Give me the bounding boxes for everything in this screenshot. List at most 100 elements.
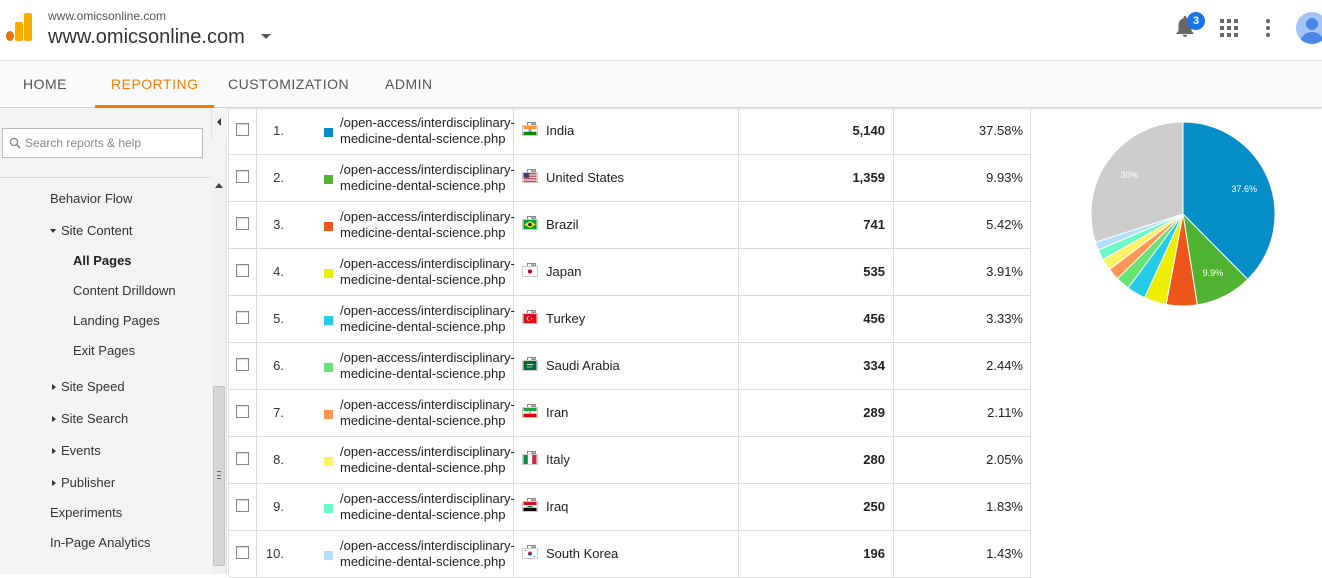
table-row[interactable]: 6. /open-access/interdisciplinary-medici… bbox=[229, 343, 1031, 390]
notification-count-badge[interactable]: 3 bbox=[1187, 12, 1205, 30]
tab-reporting[interactable]: REPORTING bbox=[95, 61, 214, 108]
row-checkbox[interactable] bbox=[236, 358, 249, 371]
sidebar-item-exit-pages[interactable]: Exit Pages bbox=[73, 343, 135, 358]
page-path-link[interactable]: /open-access/interdisciplinary-medicine-… bbox=[340, 538, 520, 570]
table-row[interactable]: 1. /open-access/interdisciplinary-medici… bbox=[229, 108, 1031, 155]
sessions-value: 741 bbox=[863, 217, 885, 232]
sidebar-item-publisher[interactable]: Publisher bbox=[52, 475, 115, 490]
table-row[interactable]: 3. /open-access/interdisciplinary-medici… bbox=[229, 202, 1031, 249]
search-input[interactable] bbox=[25, 134, 195, 152]
row-checkbox[interactable] bbox=[236, 311, 249, 324]
country-name[interactable]: Italy bbox=[546, 452, 570, 467]
sidebar-item-site-content[interactable]: Site Content bbox=[50, 223, 133, 238]
sessions-cell: 334 bbox=[739, 343, 894, 390]
row-rank: 6. bbox=[273, 358, 284, 373]
country-cell: Iran bbox=[514, 390, 739, 437]
row-checkbox[interactable] bbox=[236, 405, 249, 418]
page-cell: 4. /open-access/interdisciplinary-medici… bbox=[257, 249, 514, 296]
turkey-flag-icon bbox=[522, 313, 538, 324]
brazil-flag-icon bbox=[522, 219, 538, 230]
sidebar-item-all-pages[interactable]: All Pages bbox=[73, 253, 132, 268]
tab-customization[interactable]: CUSTOMIZATION bbox=[228, 61, 349, 108]
sidebar-item-behavior-flow[interactable]: Behavior Flow bbox=[50, 191, 132, 206]
sidebar-item-site-search[interactable]: Site Search bbox=[52, 411, 128, 426]
scroll-up-arrow-icon[interactable] bbox=[215, 183, 223, 188]
sidebar-item-in-page-analytics[interactable]: In-Page Analytics bbox=[50, 535, 150, 550]
country-name[interactable]: Japan bbox=[546, 264, 581, 279]
row-rank: 5. bbox=[273, 311, 284, 326]
page-path-link[interactable]: /open-access/interdisciplinary-medicine-… bbox=[340, 350, 520, 382]
apps-grid-icon[interactable] bbox=[1220, 19, 1238, 37]
country-name[interactable]: Brazil bbox=[546, 217, 579, 232]
row-checkbox-cell bbox=[229, 155, 257, 202]
country-name[interactable]: Iraq bbox=[546, 499, 568, 514]
row-checkbox[interactable] bbox=[236, 546, 249, 559]
table-row[interactable]: 2. /open-access/interdisciplinary-medici… bbox=[229, 155, 1031, 202]
country-name[interactable]: Iran bbox=[546, 405, 568, 420]
sidebar-item-site-speed[interactable]: Site Speed bbox=[52, 379, 125, 394]
table-row[interactable]: 8. /open-access/interdisciplinary-medici… bbox=[229, 437, 1031, 484]
tab-home[interactable]: HOME bbox=[23, 61, 67, 108]
page-path-link[interactable]: /open-access/interdisciplinary-medicine-… bbox=[340, 303, 520, 335]
sidebar-item-landing-pages[interactable]: Landing Pages bbox=[73, 313, 160, 328]
percent-cell: 1.83% bbox=[894, 484, 1031, 531]
collapsed-caret-icon bbox=[52, 416, 56, 422]
user-avatar[interactable] bbox=[1296, 12, 1322, 44]
page-path-link[interactable]: /open-access/interdisciplinary-medicine-… bbox=[340, 115, 520, 147]
table-row[interactable]: 9. /open-access/interdisciplinary-medici… bbox=[229, 484, 1031, 531]
more-options-icon[interactable] bbox=[1266, 19, 1270, 37]
percent-cell: 3.91% bbox=[894, 249, 1031, 296]
table-row[interactable]: 7. /open-access/interdisciplinary-medici… bbox=[229, 390, 1031, 437]
row-checkbox[interactable] bbox=[236, 452, 249, 465]
country-name[interactable]: South Korea bbox=[546, 546, 618, 561]
series-color-swatch bbox=[324, 175, 333, 184]
row-checkbox[interactable] bbox=[236, 170, 249, 183]
sessions-cell: 289 bbox=[739, 390, 894, 437]
percent-value: 2.05% bbox=[986, 452, 1023, 467]
analytics-logo-icon[interactable] bbox=[6, 13, 32, 41]
row-checkbox[interactable] bbox=[236, 264, 249, 277]
account-view-selector[interactable]: www.omicsonline.com bbox=[48, 26, 245, 49]
row-rank: 4. bbox=[273, 264, 284, 279]
page-path-link[interactable]: /open-access/interdisciplinary-medicine-… bbox=[340, 256, 520, 288]
collapsed-caret-icon bbox=[52, 480, 56, 486]
country-name[interactable]: India bbox=[546, 123, 574, 138]
pie-chart: 37.6%9.9%30% bbox=[1085, 116, 1285, 316]
row-rank: 3. bbox=[273, 217, 284, 232]
page-path-link[interactable]: /open-access/interdisciplinary-medicine-… bbox=[340, 162, 520, 194]
country-cell: Iraq bbox=[514, 484, 739, 531]
sessions-cell: 250 bbox=[739, 484, 894, 531]
country-cell: Italy bbox=[514, 437, 739, 484]
percent-value: 3.91% bbox=[986, 264, 1023, 279]
row-rank: 10. bbox=[266, 546, 284, 561]
sidebar-item-experiments[interactable]: Experiments bbox=[50, 505, 122, 520]
sidebar-item-content-drilldown[interactable]: Content Drilldown bbox=[73, 283, 176, 298]
row-checkbox[interactable] bbox=[236, 123, 249, 136]
country-name[interactable]: Turkey bbox=[546, 311, 585, 326]
series-color-swatch bbox=[324, 222, 333, 231]
sidebar-item-events[interactable]: Events bbox=[52, 443, 101, 458]
country-name[interactable]: Saudi Arabia bbox=[546, 358, 620, 373]
country-name[interactable]: United States bbox=[546, 170, 624, 185]
series-color-swatch bbox=[324, 410, 333, 419]
tab-admin[interactable]: ADMIN bbox=[385, 61, 433, 108]
scrollbar-thumb[interactable] bbox=[213, 386, 225, 566]
page-cell: 10. /open-access/interdisciplinary-medic… bbox=[257, 531, 514, 578]
table-row[interactable]: 5. /open-access/interdisciplinary-medici… bbox=[229, 296, 1031, 343]
table-row[interactable]: 4. /open-access/interdisciplinary-medici… bbox=[229, 249, 1031, 296]
sidebar-scrollbar[interactable] bbox=[212, 178, 226, 574]
page-path-link[interactable]: /open-access/interdisciplinary-medicine-… bbox=[340, 397, 520, 429]
page-path-link[interactable]: /open-access/interdisciplinary-medicine-… bbox=[340, 209, 520, 241]
search-box[interactable] bbox=[2, 128, 203, 158]
row-checkbox[interactable] bbox=[236, 217, 249, 230]
row-checkbox[interactable] bbox=[236, 499, 249, 512]
page-path-link[interactable]: /open-access/interdisciplinary-medicine-… bbox=[340, 491, 520, 523]
table-row[interactable]: 10. /open-access/interdisciplinary-medic… bbox=[229, 531, 1031, 578]
account-property-label[interactable]: www.omicsonline.com bbox=[48, 9, 166, 23]
chevron-down-icon[interactable] bbox=[261, 34, 271, 39]
collapse-sidebar-button[interactable] bbox=[211, 108, 227, 138]
sessions-cell: 535 bbox=[739, 249, 894, 296]
sessions-cell: 5,140 bbox=[739, 108, 894, 155]
percent-value: 2.11% bbox=[987, 405, 1023, 420]
page-path-link[interactable]: /open-access/interdisciplinary-medicine-… bbox=[340, 444, 520, 476]
